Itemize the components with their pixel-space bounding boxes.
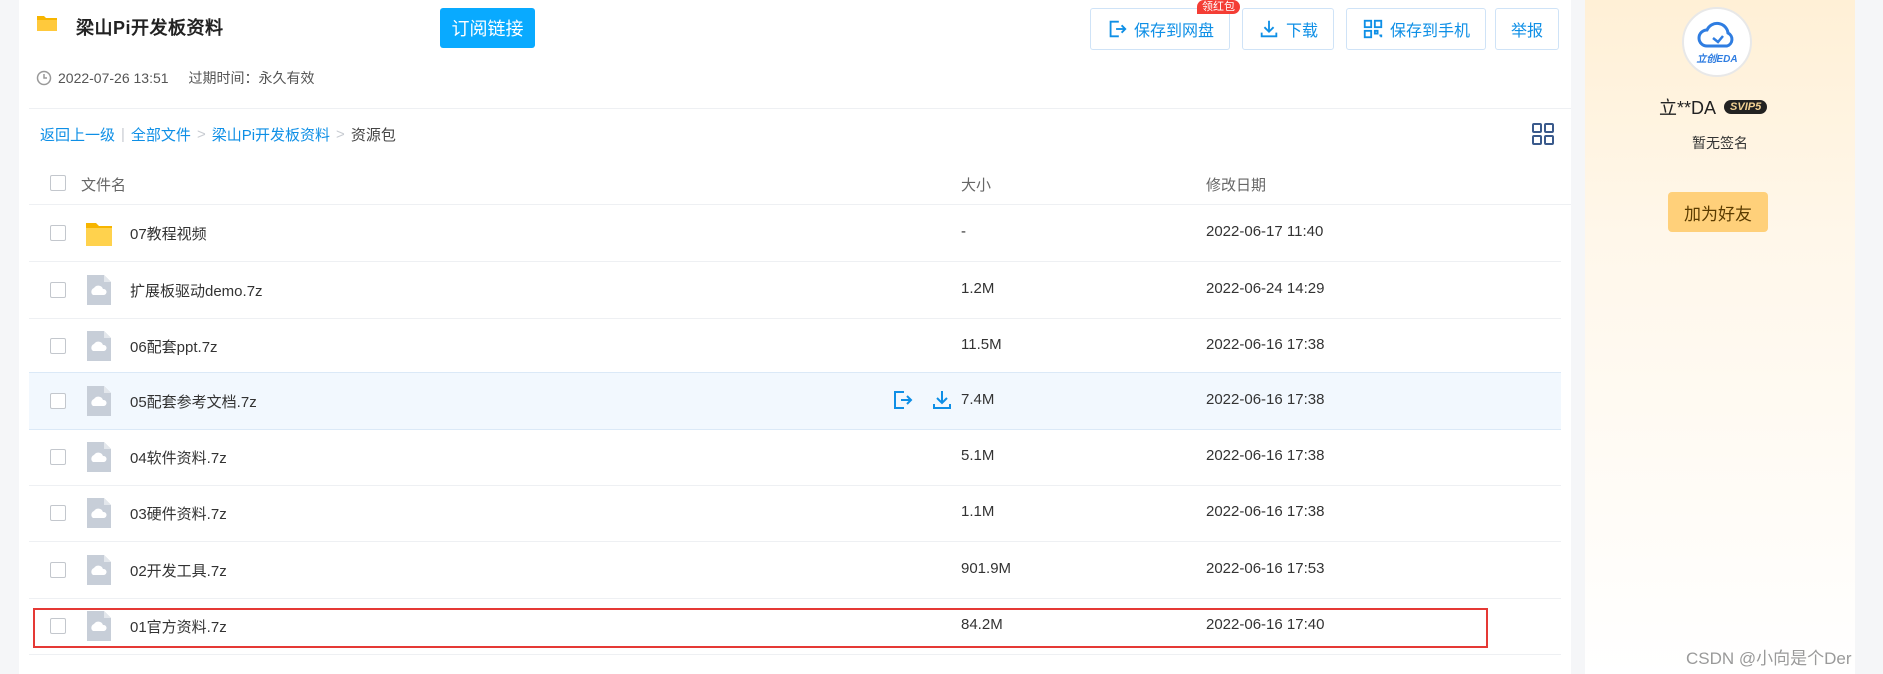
share-meta: 2022-07-26 13:51 过期时间：永久有效 bbox=[36, 68, 315, 88]
file-table-header: 文件名 大小 修改日期 bbox=[29, 162, 1561, 204]
file-size: 901.9M bbox=[961, 560, 1012, 577]
file-name[interactable]: 06配套ppt.7z bbox=[130, 336, 218, 357]
table-row[interactable]: 07教程视频 - 2022-06-17 11:40 bbox=[29, 205, 1561, 262]
file-size: 1.1M bbox=[961, 503, 995, 520]
folder-icon bbox=[86, 223, 112, 246]
row-checkbox[interactable] bbox=[50, 338, 66, 354]
uploader-panel: 立创EDA 立**DA SVIP5 暂无签名 加为好友 bbox=[1585, 0, 1855, 674]
archive-file-icon bbox=[87, 498, 111, 528]
table-row[interactable]: 扩展板驱动demo.7z 1.2M 2022-06-24 14:29 bbox=[29, 262, 1561, 319]
save-to-phone-button[interactable]: 保存到手机 bbox=[1346, 8, 1486, 50]
file-name[interactable]: 05配套参考文档.7z bbox=[130, 391, 257, 412]
table-row[interactable]: 06配套ppt.7z 11.5M 2022-06-16 17:38 bbox=[29, 318, 1561, 375]
archive-file-icon bbox=[87, 442, 111, 472]
row-checkbox[interactable] bbox=[50, 562, 66, 578]
uploader-name[interactable]: 立**DA bbox=[1659, 94, 1716, 120]
breadcrumb-back-link[interactable]: 返回上一级 bbox=[40, 124, 115, 145]
expire-time: 过期时间：永久有效 bbox=[188, 70, 315, 86]
file-size: 1.2M bbox=[961, 280, 995, 297]
file-name[interactable]: 03硬件资料.7z bbox=[130, 503, 227, 524]
table-row[interactable]: 05配套参考文档.7z 7.4M 2022-06-16 17:38 bbox=[29, 372, 1561, 430]
folder-icon bbox=[37, 16, 57, 31]
page-title: 梁山Pi开发板资料 bbox=[76, 18, 224, 38]
uploader-signature: 暂无签名 bbox=[1692, 135, 1748, 151]
row-checkbox[interactable] bbox=[50, 393, 66, 409]
file-date: 2022-06-16 17:38 bbox=[1206, 447, 1325, 464]
breadcrumb: 返回上一级 | 全部文件 > 梁山Pi开发板资料 > 资源包 bbox=[40, 124, 396, 145]
file-name[interactable]: 扩展板驱动demo.7z bbox=[130, 280, 263, 301]
header-size: 大小 bbox=[961, 177, 992, 194]
annotation-highlight-box bbox=[33, 608, 1488, 648]
row-checkbox[interactable] bbox=[50, 225, 66, 241]
file-size: 5.1M bbox=[961, 447, 995, 464]
select-all-checkbox[interactable] bbox=[50, 175, 66, 191]
download-icon[interactable] bbox=[930, 388, 954, 412]
header-name: 文件名 bbox=[81, 177, 127, 194]
avatar[interactable]: 立创EDA bbox=[1682, 7, 1752, 77]
breadcrumb-folder-link[interactable]: 梁山Pi开发板资料 bbox=[212, 124, 330, 145]
table-row[interactable]: 02开发工具.7z 901.9M 2022-06-16 17:53 bbox=[29, 542, 1561, 599]
save-to-disk-icon[interactable] bbox=[890, 388, 914, 412]
archive-file-icon bbox=[87, 386, 111, 416]
download-button[interactable]: 下载 bbox=[1242, 8, 1334, 50]
report-label: 举报 bbox=[1510, 23, 1543, 40]
row-checkbox[interactable] bbox=[50, 505, 66, 521]
file-name[interactable]: 07教程视频 bbox=[130, 223, 207, 244]
save-to-disk-button[interactable]: 保存到网盘 bbox=[1090, 8, 1230, 50]
download-icon bbox=[1260, 20, 1278, 38]
save-to-phone-label: 保存到手机 bbox=[1389, 23, 1470, 40]
archive-file-icon bbox=[87, 331, 111, 361]
row-checkbox[interactable] bbox=[50, 282, 66, 298]
file-date: 2022-06-24 14:29 bbox=[1206, 280, 1325, 297]
breadcrumb-separator: > bbox=[336, 126, 345, 143]
report-button[interactable]: 举报 bbox=[1495, 8, 1559, 50]
file-date: 2022-06-16 17:38 bbox=[1206, 391, 1325, 408]
export-icon bbox=[1109, 20, 1127, 38]
archive-file-icon bbox=[87, 275, 111, 305]
created-time: 2022-07-26 13:51 bbox=[58, 70, 169, 86]
file-date: 2022-06-17 11:40 bbox=[1206, 223, 1324, 240]
watermark: CSDN @小向是个Der bbox=[1686, 649, 1852, 668]
download-label: 下载 bbox=[1285, 23, 1318, 40]
header-date: 修改日期 bbox=[1206, 177, 1267, 194]
table-row[interactable]: 03硬件资料.7z 1.1M 2022-06-16 17:38 bbox=[29, 485, 1561, 542]
table-row[interactable]: 04软件资料.7z 5.1M 2022-06-16 17:38 bbox=[29, 429, 1561, 486]
breadcrumb-bar: | bbox=[121, 126, 125, 143]
archive-file-icon bbox=[87, 555, 111, 585]
file-date: 2022-06-16 17:53 bbox=[1206, 560, 1325, 577]
grid-view-icon[interactable] bbox=[1531, 122, 1555, 146]
clock-icon bbox=[36, 70, 52, 86]
breadcrumb-current: 资源包 bbox=[350, 127, 396, 144]
file-size: - bbox=[961, 223, 966, 240]
breadcrumb-separator: > bbox=[196, 126, 206, 143]
cloud-logo-icon bbox=[1697, 21, 1734, 47]
file-name[interactable]: 04软件资料.7z bbox=[130, 447, 227, 468]
avatar-text: 立创EDA bbox=[1696, 53, 1738, 65]
qrcode-icon bbox=[1363, 19, 1383, 39]
file-name[interactable]: 02开发工具.7z bbox=[130, 560, 227, 581]
row-checkbox[interactable] bbox=[50, 449, 66, 465]
subscribe-button[interactable]: 订阅链接 bbox=[440, 8, 535, 48]
add-friend-button[interactable]: 加为好友 bbox=[1668, 192, 1768, 232]
file-date: 2022-06-16 17:38 bbox=[1206, 503, 1325, 520]
breadcrumb-all-files-link[interactable]: 全部文件 bbox=[131, 124, 191, 145]
save-to-disk-label: 保存到网盘 bbox=[1133, 23, 1214, 40]
row-actions bbox=[890, 388, 954, 412]
file-size: 11.5M bbox=[961, 336, 1002, 353]
file-size: 7.4M bbox=[961, 391, 995, 408]
share-page-main: 梁山Pi开发板资料 订阅链接 保存到网盘 领红包 下载 保存到手机 举报 202… bbox=[19, 0, 1571, 674]
uploader-name-row: 立**DA SVIP5 bbox=[1659, 94, 1768, 120]
header-divider bbox=[29, 108, 1571, 109]
vip-badge: SVIP5 bbox=[1724, 100, 1768, 114]
file-date: 2022-06-16 17:38 bbox=[1206, 336, 1325, 353]
red-envelope-badge: 领红包 bbox=[1197, 0, 1240, 14]
